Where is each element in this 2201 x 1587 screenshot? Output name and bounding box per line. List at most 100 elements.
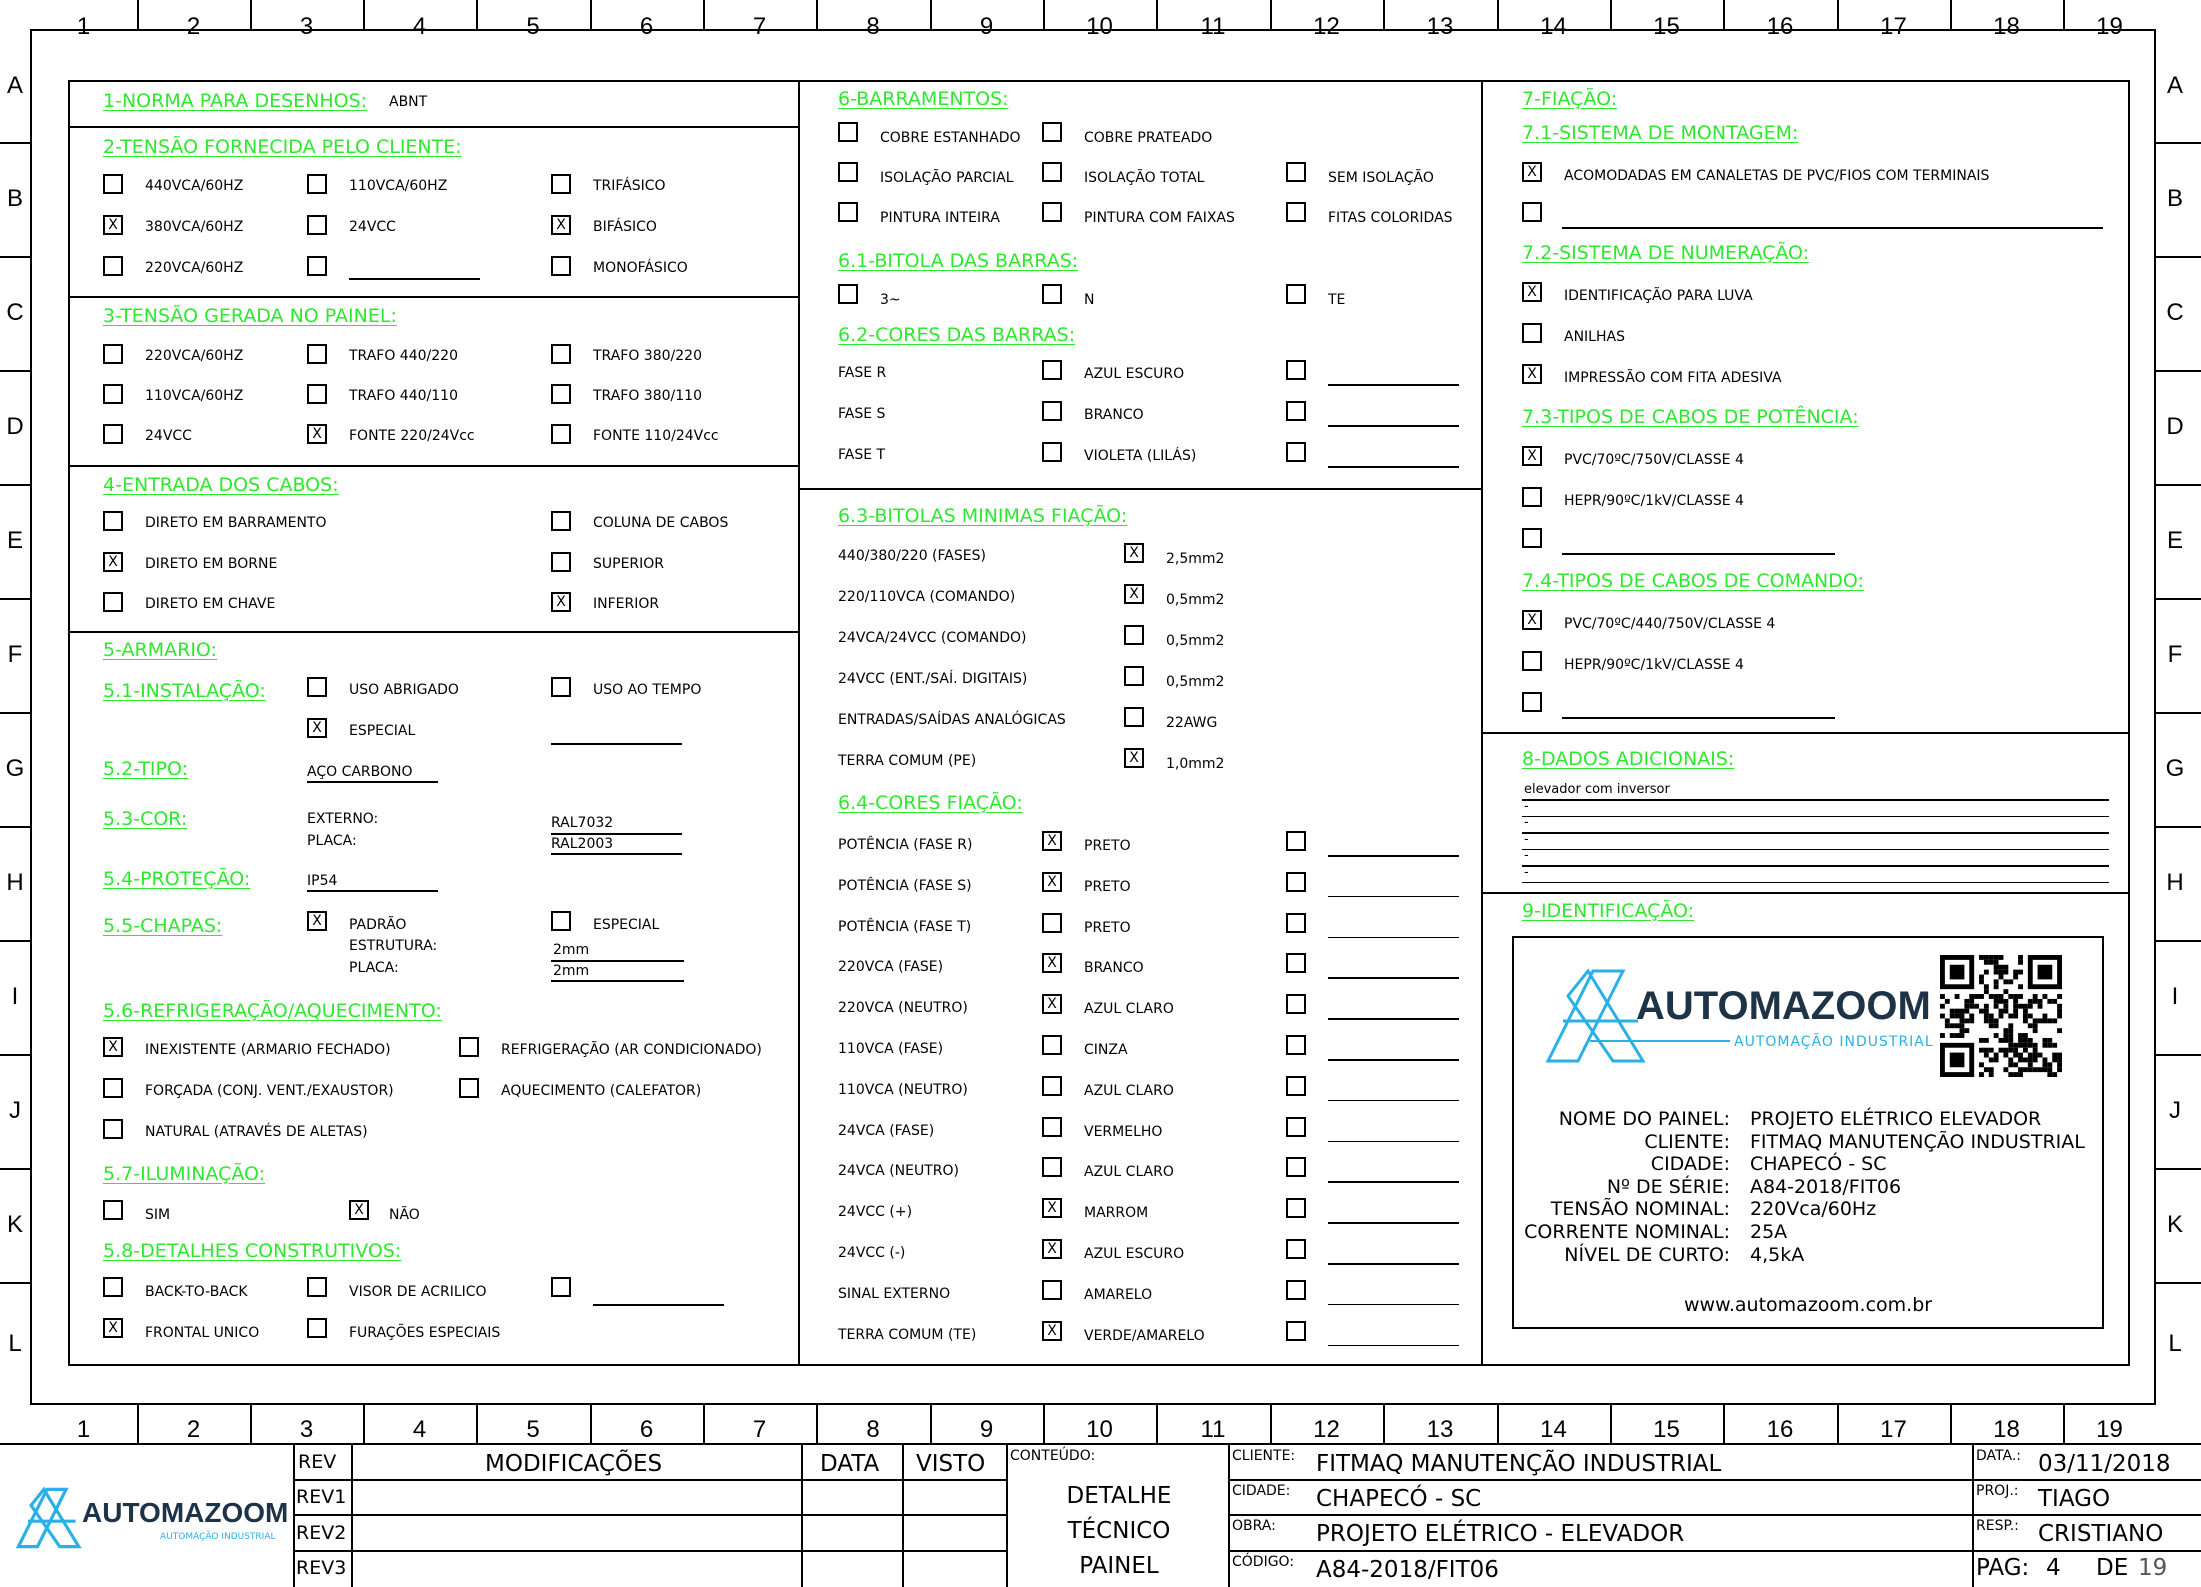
wire-color-checkbox[interactable]: X: [1042, 1239, 1062, 1259]
busbar-checkbox[interactable]: [838, 162, 858, 182]
wire-other-checkbox[interactable]: [1286, 1035, 1306, 1055]
ref-checkbox[interactable]: [103, 1078, 123, 1098]
wire-gauge-checkbox[interactable]: X: [1124, 584, 1144, 604]
control-cable-checkbox[interactable]: [1522, 651, 1542, 671]
generated-checkbox[interactable]: [551, 344, 571, 364]
chapas-checkbox[interactable]: [551, 911, 571, 931]
wire-other-checkbox[interactable]: [1286, 831, 1306, 851]
detail-checkbox[interactable]: [551, 1277, 571, 1297]
wire-other-checkbox[interactable]: [1286, 1320, 1306, 1341]
wire-color-checkbox[interactable]: X: [1042, 871, 1062, 892]
wire-gauge-checkbox[interactable]: X: [1124, 748, 1144, 768]
supply-checkbox[interactable]: X: [103, 215, 123, 235]
wire-gauge-checkbox[interactable]: [1124, 666, 1144, 686]
bitola-checkbox[interactable]: [1042, 284, 1062, 304]
busbar-checkbox[interactable]: [838, 202, 858, 222]
wire-color-checkbox[interactable]: [1042, 912, 1062, 933]
wire-color-checkbox[interactable]: X: [1042, 1198, 1062, 1219]
bar-other-checkbox[interactable]: [1286, 360, 1306, 380]
wire-other-checkbox[interactable]: [1286, 994, 1306, 1015]
wire-other-checkbox[interactable]: [1286, 871, 1306, 892]
busbar-checkbox[interactable]: [1286, 162, 1306, 182]
wire-color-checkbox[interactable]: [1042, 1279, 1062, 1300]
generated-checkbox[interactable]: [103, 384, 123, 404]
cable-entry-checkbox[interactable]: [103, 511, 123, 531]
cable-entry-checkbox[interactable]: [103, 592, 123, 612]
bar-other-checkbox[interactable]: [1286, 442, 1306, 462]
light-checkbox[interactable]: X: [349, 1200, 369, 1220]
supply-checkbox[interactable]: [103, 174, 123, 194]
light-checkbox[interactable]: [103, 1200, 123, 1220]
generated-checkbox[interactable]: [551, 424, 571, 444]
control-cable-checkbox[interactable]: X: [1522, 610, 1542, 630]
wire-gauge-checkbox[interactable]: X: [1124, 543, 1144, 563]
supply-checkbox[interactable]: [307, 256, 327, 276]
chapas-checkbox[interactable]: X: [307, 911, 327, 931]
busbar-checkbox[interactable]: [1042, 122, 1062, 142]
bitola-checkbox[interactable]: [1286, 284, 1306, 304]
supply-checkbox[interactable]: [103, 256, 123, 276]
numbering-checkbox[interactable]: [1522, 323, 1542, 343]
generated-checkbox[interactable]: [103, 344, 123, 364]
mount-checkbox[interactable]: X: [1522, 162, 1542, 182]
generated-checkbox[interactable]: [307, 384, 327, 404]
generated-checkbox[interactable]: [551, 384, 571, 404]
detail-checkbox[interactable]: X: [103, 1318, 123, 1338]
numbering-checkbox[interactable]: X: [1522, 364, 1542, 384]
install-checkbox[interactable]: [307, 677, 327, 697]
busbar-checkbox[interactable]: [1042, 202, 1062, 222]
wire-color-checkbox[interactable]: [1042, 1075, 1062, 1096]
bar-other-checkbox[interactable]: [1286, 401, 1306, 421]
wire-other-checkbox[interactable]: [1286, 1157, 1306, 1178]
wire-color-checkbox[interactable]: [1042, 1035, 1062, 1055]
power-cable-checkbox[interactable]: [1522, 487, 1542, 507]
wire-color-checkbox[interactable]: X: [1042, 953, 1062, 974]
wire-other-checkbox[interactable]: [1286, 1116, 1306, 1137]
generated-checkbox[interactable]: [307, 344, 327, 364]
generated-checkbox[interactable]: X: [307, 424, 327, 444]
busbar-checkbox[interactable]: [1042, 162, 1062, 182]
detail-checkbox[interactable]: [307, 1318, 327, 1338]
supply-checkbox[interactable]: [307, 174, 327, 194]
ref-checkbox[interactable]: [459, 1037, 479, 1057]
supply-checkbox[interactable]: [307, 215, 327, 235]
mount-checkbox[interactable]: [1522, 202, 1542, 222]
bar-color-checkbox[interactable]: [1042, 360, 1062, 380]
install-checkbox[interactable]: X: [307, 718, 327, 738]
wire-color-checkbox[interactable]: X: [1042, 1320, 1062, 1341]
wire-other-checkbox[interactable]: [1286, 912, 1306, 933]
ref-checkbox[interactable]: [459, 1078, 479, 1098]
wire-gauge-checkbox[interactable]: [1124, 625, 1144, 645]
cable-entry-checkbox[interactable]: X: [551, 592, 571, 612]
install-checkbox[interactable]: [551, 677, 571, 697]
cable-entry-checkbox[interactable]: X: [103, 552, 123, 572]
bitola-checkbox[interactable]: [838, 284, 858, 304]
cable-entry-checkbox[interactable]: [551, 511, 571, 531]
ref-checkbox[interactable]: [103, 1119, 123, 1139]
wire-other-checkbox[interactable]: [1286, 1279, 1306, 1300]
wire-color-checkbox[interactable]: [1042, 1116, 1062, 1137]
wire-other-checkbox[interactable]: [1286, 1239, 1306, 1259]
supply-checkbox[interactable]: [551, 256, 571, 276]
generated-checkbox[interactable]: [103, 424, 123, 444]
wire-color-checkbox[interactable]: X: [1042, 831, 1062, 851]
wire-color-checkbox[interactable]: [1042, 1157, 1062, 1178]
busbar-checkbox[interactable]: [1286, 202, 1306, 222]
wire-other-checkbox[interactable]: [1286, 1075, 1306, 1096]
power-cable-checkbox[interactable]: X: [1522, 446, 1542, 466]
bar-color-checkbox[interactable]: [1042, 442, 1062, 462]
numbering-checkbox[interactable]: X: [1522, 282, 1542, 302]
busbar-checkbox[interactable]: [838, 122, 858, 142]
supply-checkbox[interactable]: [551, 174, 571, 194]
power-cable-checkbox[interactable]: [1522, 528, 1542, 548]
detail-checkbox[interactable]: [307, 1277, 327, 1297]
cable-entry-checkbox[interactable]: [551, 552, 571, 572]
detail-checkbox[interactable]: [103, 1277, 123, 1297]
supply-checkbox[interactable]: X: [551, 215, 571, 235]
wire-other-checkbox[interactable]: [1286, 1198, 1306, 1219]
bar-color-checkbox[interactable]: [1042, 401, 1062, 421]
ref-checkbox[interactable]: X: [103, 1037, 123, 1057]
wire-gauge-checkbox[interactable]: [1124, 707, 1144, 727]
control-cable-checkbox[interactable]: [1522, 692, 1542, 712]
wire-other-checkbox[interactable]: [1286, 953, 1306, 974]
